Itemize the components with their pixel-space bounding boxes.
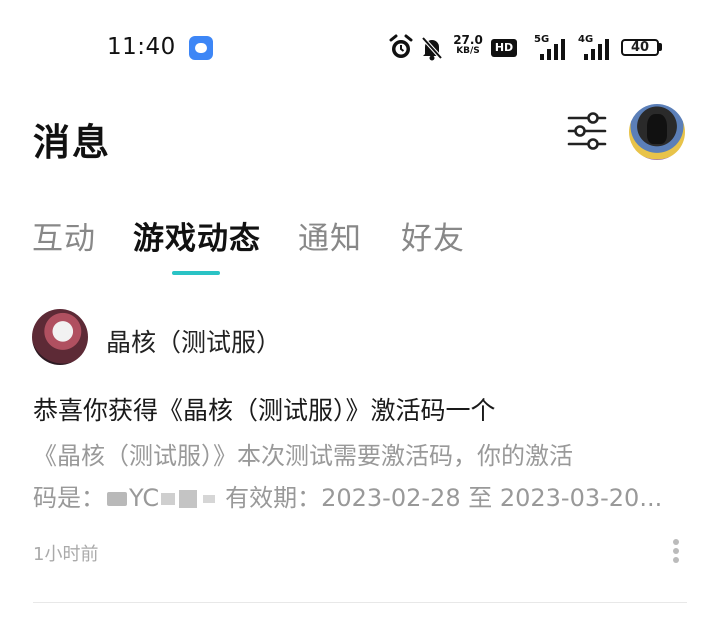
more-vertical-icon[interactable] [668, 536, 684, 566]
sender-name[interactable]: 晶核（测试服） [106, 323, 281, 359]
signal-4g-icon: 4G [578, 34, 612, 60]
tab-game-updates[interactable]: 游戏动态 [133, 213, 261, 258]
message-body-line-1: 《晶核（测试服）》本次测试需要激活码，你的激活 [33, 442, 573, 470]
tab-interaction[interactable]: 互动 [32, 213, 96, 258]
signal-2-label: 4G [578, 34, 594, 45]
battery-cap [659, 43, 662, 51]
signal-5g-icon: 5G [534, 34, 568, 60]
battery-icon: 40 [621, 39, 659, 56]
active-tab-indicator [172, 271, 220, 275]
tab-notifications[interactable]: 通知 [298, 213, 362, 258]
user-avatar[interactable] [629, 104, 685, 160]
alarm-icon [389, 34, 413, 58]
tab-friends[interactable]: 好友 [401, 213, 465, 258]
status-bar: 11:40 27.0 KB/S HD 5G 4G 40 [0, 0, 720, 96]
validity-period: 有效期：2023-02-28 至 2023-03-20... [225, 484, 663, 512]
hd-icon: HD [491, 39, 517, 57]
net-speed-unit: KB/S [456, 46, 480, 56]
page-title: 消息 [33, 121, 111, 164]
redacted-mark [161, 493, 176, 505]
signal-1-label: 5G [534, 34, 550, 45]
net-speed: 27.0 KB/S [452, 33, 484, 57]
bell-muted-icon [421, 36, 443, 61]
redacted-mark [107, 492, 127, 506]
message-time: 1小时前 [33, 544, 99, 565]
divider [33, 602, 687, 603]
sliders-icon[interactable] [566, 110, 608, 152]
code-visible: YC [129, 484, 160, 512]
code-prefix: 码是： [33, 484, 105, 512]
status-time: 11:40 [107, 34, 176, 60]
redacted-mark [179, 490, 198, 508]
message-body[interactable]: 《晶核（测试服）》本次测试需要激活码，你的激活 码是： YC 有效期：2023-02… [33, 435, 683, 519]
redacted-mark [203, 495, 216, 503]
message-title[interactable]: 恭喜你获得《晶核（测试服）》激活码一个 [33, 391, 496, 427]
app-notification-icon [189, 36, 213, 60]
net-speed-value: 27.0 [453, 33, 483, 47]
message-body-line-2: 码是： YC 有效期：2023-02-28 至 2023-03-20... [33, 477, 683, 519]
sender-avatar[interactable] [32, 309, 88, 365]
